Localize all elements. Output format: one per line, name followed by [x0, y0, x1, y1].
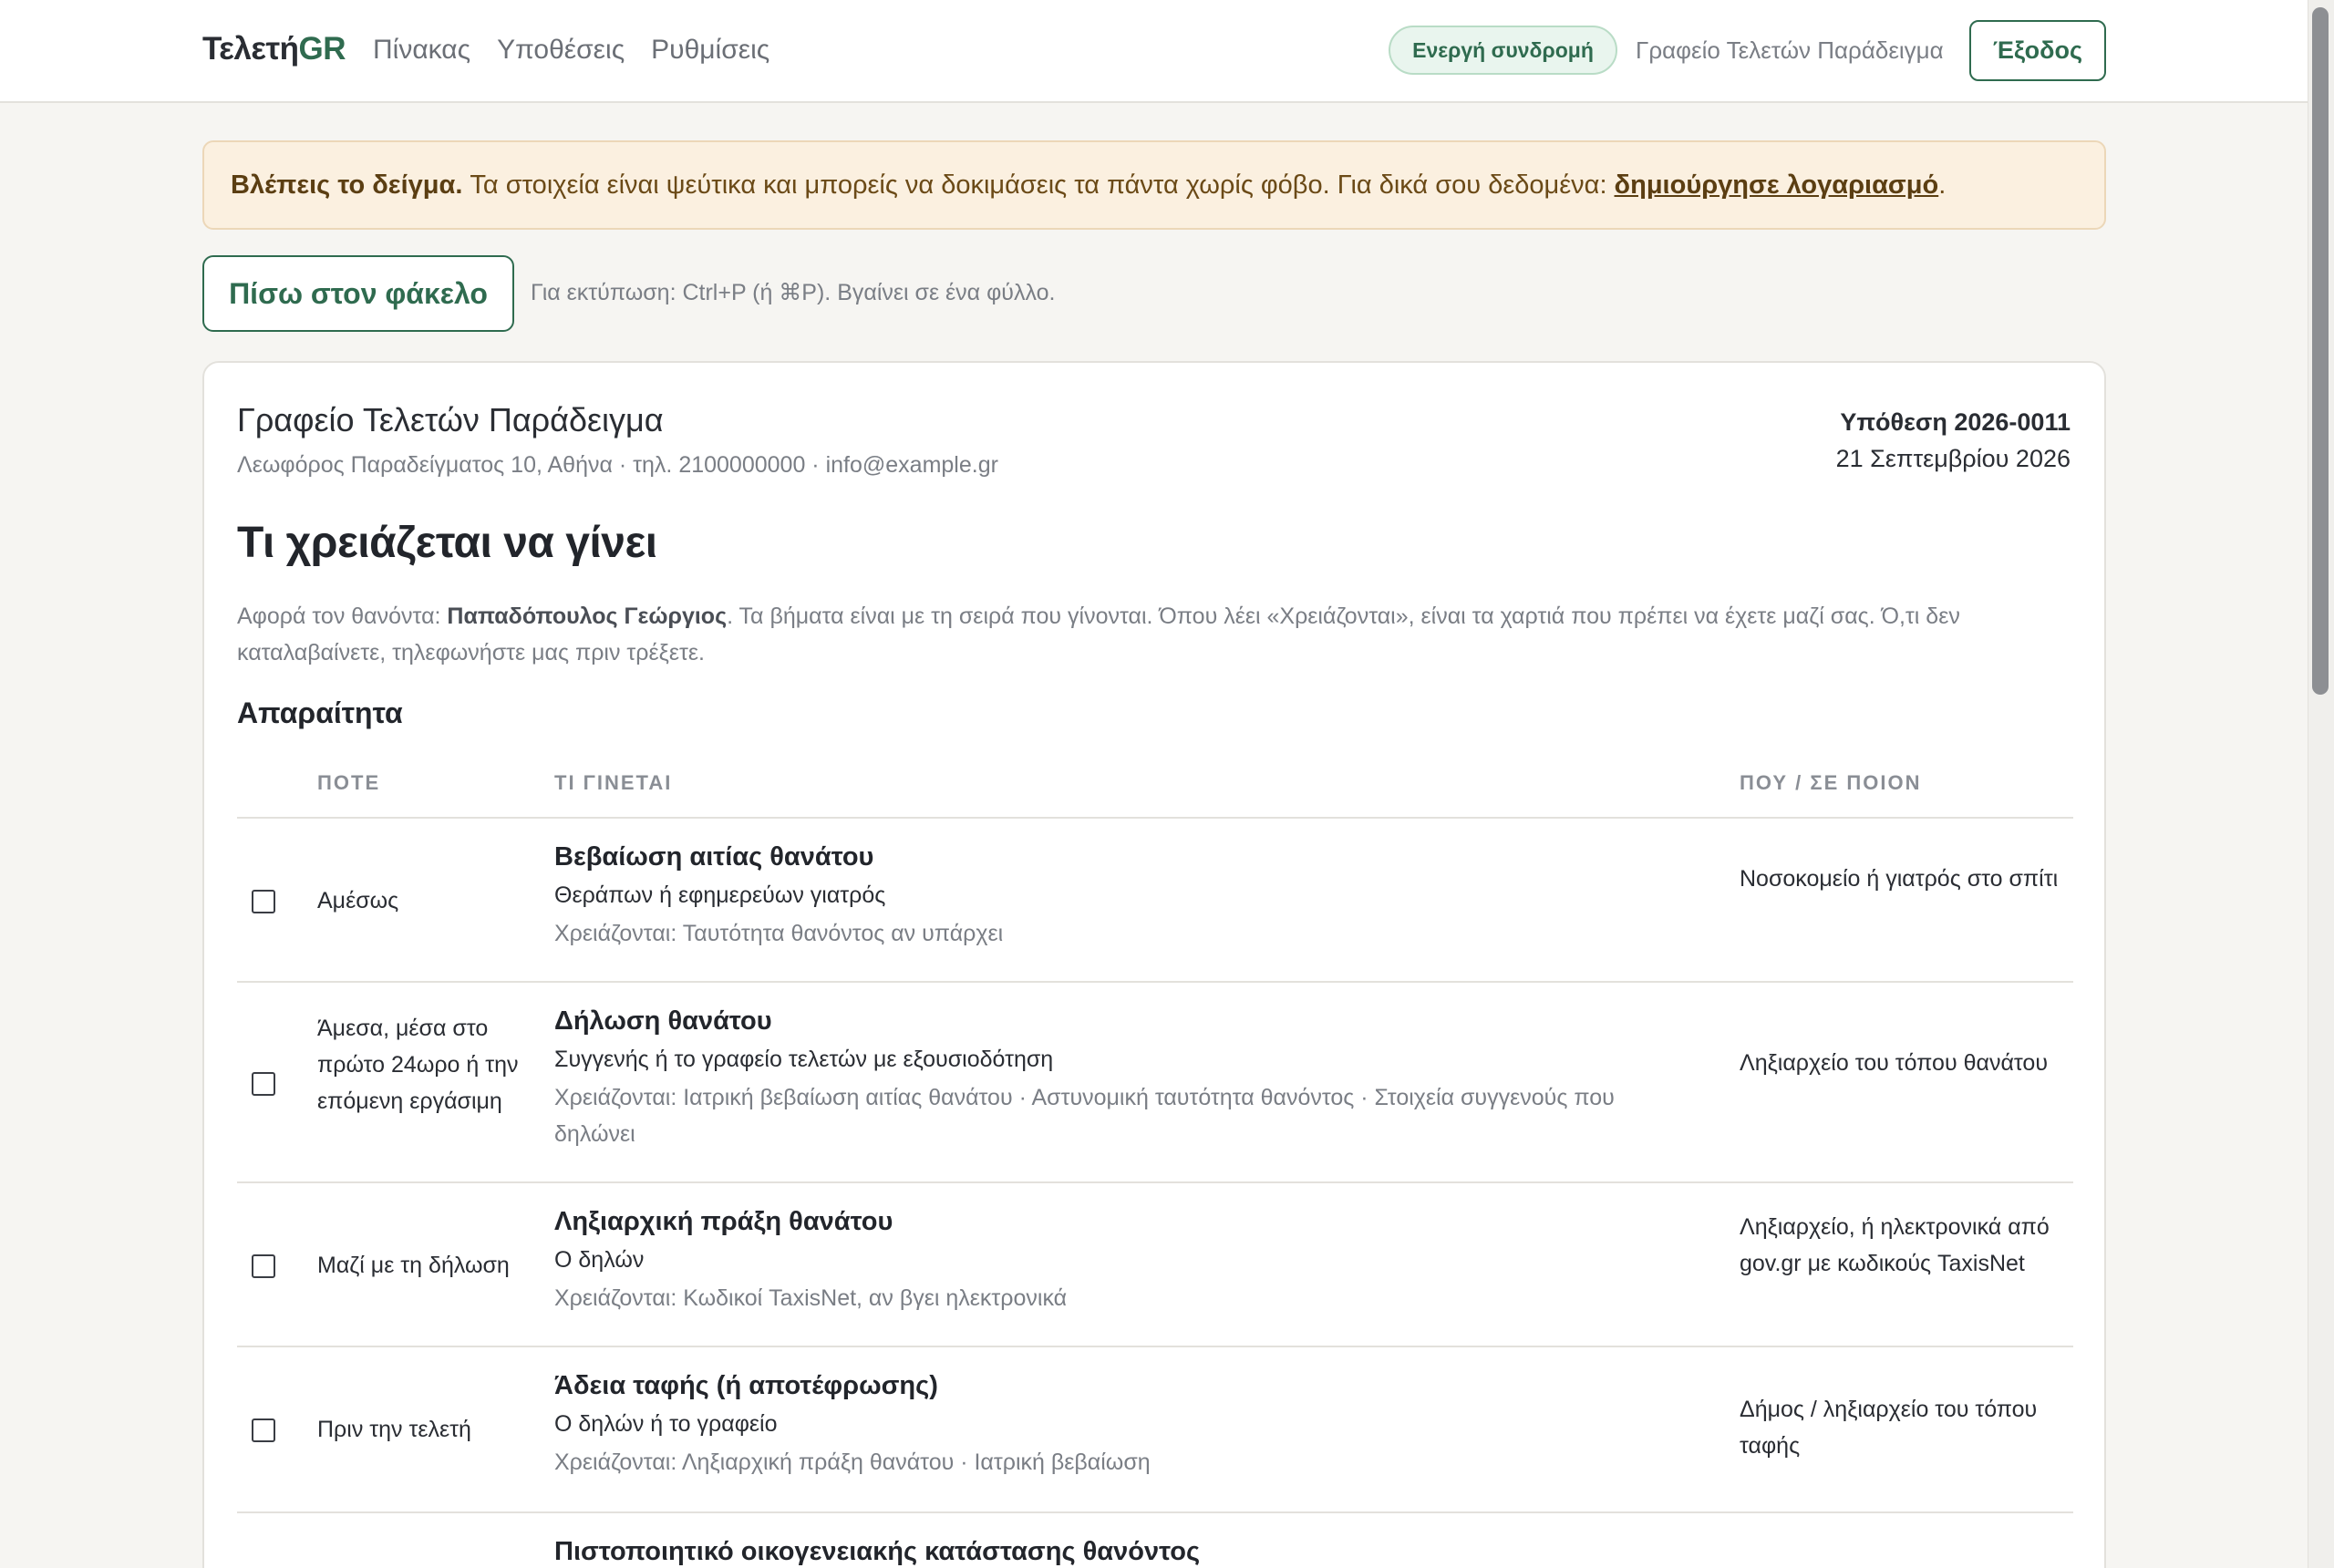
column-header-when: ΠΟΤΕ — [317, 771, 381, 794]
nav-link-dashboard[interactable]: Πίνακας — [373, 35, 470, 66]
step-needs: Χρειάζονται: Κωδικοί TaxisNet, αν βγει η… — [554, 1285, 1068, 1311]
step-needs: Χρειάζονται: Ληξιαρχική πράξη θανάτου · … — [554, 1449, 1151, 1475]
section-title-required: Απαραίτητα — [237, 696, 403, 729]
step-when: Μαζί με τη δήλωση — [317, 1253, 510, 1278]
table-row: Άμεσα, μέσα στο πρώτο 24ωρο ή την επόμεν… — [237, 983, 2073, 1183]
step-where: Ληξιαρχείο του τόπου θανάτου — [1740, 1050, 2048, 1076]
step-where: Νοσοκομείο ή γιατρός στο σπίτι — [1740, 866, 2059, 892]
banner-text: Τα στοιχεία είναι ψεύτικα και μπορείς να… — [470, 170, 1607, 200]
column-header-what: ΤΙ ΓΙΝΕΤΑΙ — [554, 771, 673, 794]
create-account-link[interactable]: δημιούργησε λογαριασμό — [1615, 170, 1939, 201]
table-row: Μαζί με τη δήλωση Ληξιαρχική πράξη θανάτ… — [237, 1183, 2073, 1347]
step-title: Ληξιαρχική πράξη θανάτου — [554, 1207, 893, 1236]
logout-button[interactable]: Έξοδος — [1969, 20, 2106, 81]
column-header-where: ΠΟΥ / ΣΕ ΠΟΙΟΝ — [1740, 771, 1922, 794]
steps-table: ΠΟΤΕ ΤΙ ΓΙΝΕΤΑΙ ΠΟΥ / ΣΕ ΠΟΙΟΝ Αμέσως Βε… — [237, 760, 2073, 1568]
step-who: Ο δηλών — [554, 1247, 645, 1273]
step-needs: Χρειάζονται: Ιατρική βεβαίωση αιτίας θαν… — [554, 1085, 1615, 1147]
step-what: Άδεια ταφής (ή αποτέφρωσης) Ο δηλών ή το… — [554, 1367, 1699, 1480]
table-header: ΠΟΤΕ ΤΙ ΓΙΝΕΤΑΙ ΠΟΥ / ΣΕ ΠΟΙΟΝ — [237, 760, 2073, 819]
brand-accent: GR — [298, 31, 346, 67]
step-title: Βεβαίωση αιτίας θανάτου — [554, 842, 874, 872]
page-scrollbar-thumb[interactable] — [2312, 7, 2329, 695]
step-title: Άδεια ταφής (ή αποτέφρωσης) — [554, 1371, 938, 1400]
step-checkbox[interactable] — [252, 1418, 275, 1442]
document-office-name: Γραφείο Τελετών Παράδειγμα — [237, 401, 664, 438]
step-what: Ληξιαρχική πράξη θανάτου Ο δηλών Χρειάζο… — [554, 1203, 1699, 1316]
table-row: Πριν την τελετή Άδεια ταφής (ή αποτέφρωσ… — [237, 1347, 2073, 1513]
step-what: Πιστοποιητικό οικογενειακής κατάστασης θ… — [554, 1533, 1699, 1568]
intro-before: Αφορά τον θανόντα: — [237, 603, 448, 629]
step-where: Δήμος / ληξιαρχείο του τόπου ταφής — [1740, 1397, 2038, 1459]
checklist-document: Γραφείο Τελετών Παράδειγμα Λεωφόρος Παρα… — [202, 361, 2106, 1568]
office-name-label: Γραφείο Τελετών Παράδειγμα — [1636, 36, 1944, 64]
case-date: 21 Σεπτεμβρίου 2026 — [1835, 445, 2071, 472]
back-to-folder-button[interactable]: Πίσω στον φάκελο — [202, 255, 514, 332]
step-checkbox[interactable] — [252, 1254, 275, 1278]
brand-name: Τελετή — [202, 31, 299, 67]
demo-notice-banner: Βλέπεις το δείγμα. Τα στοιχεία είναι ψεύ… — [202, 140, 2106, 230]
step-who: Ο δηλών ή το γραφείο — [554, 1411, 778, 1437]
case-number: Υπόθεση 2026-0011 — [1840, 408, 2071, 436]
nav-link-cases[interactable]: Υποθέσεις — [497, 35, 625, 66]
top-navigation-bar: ΤελετήGR Πίνακας Υποθέσεις Ρυθμίσεις Ενε… — [0, 0, 2308, 103]
table-row: Πιστοποιητικό οικογενειακής κατάστασης θ… — [237, 1513, 2073, 1568]
step-needs: Χρειάζονται: Ταυτότητα θανόντος αν υπάρχ… — [554, 921, 1004, 946]
print-hint: Για εκτύπωση: Ctrl+P (ή ⌘P). Βγαίνει σε … — [531, 280, 1056, 305]
step-title: Πιστοποιητικό οικογενειακής κατάστασης θ… — [554, 1537, 1201, 1566]
brand-logo[interactable]: ΤελετήGR — [202, 31, 346, 67]
step-where: Ληξιαρχείο, ή ηλεκτρονικά από gov.gr με … — [1740, 1214, 2050, 1276]
intro-paragraph: Αφορά τον θανόντα: Παπαδόπουλος Γεώργιος… — [237, 598, 2079, 671]
step-title: Δήλωση θανάτου — [554, 1006, 772, 1036]
step-when: Πριν την τελετή — [317, 1417, 471, 1442]
step-who: Συγγενής ή το γραφείο τελετών με εξουσιο… — [554, 1047, 1054, 1072]
step-what: Δήλωση θανάτου Συγγενής ή το γραφείο τελ… — [554, 1003, 1699, 1152]
banner-strong-text: Βλέπεις το δείγμα. — [231, 170, 463, 200]
subscription-status-badge: Ενεργή συνδρομή — [1389, 26, 1617, 75]
step-who: Θεράπων ή εφημερεύων γιατρός — [554, 882, 886, 908]
step-what: Βεβαίωση αιτίας θανάτου Θεράπων ή εφημερ… — [554, 839, 1699, 952]
step-checkbox[interactable] — [252, 890, 275, 913]
banner-end: . — [1938, 170, 1947, 200]
document-office-address: Λεωφόρος Παραδείγματος 10, Αθήνα · τηλ. … — [237, 452, 998, 478]
nav-link-settings[interactable]: Ρυθμίσεις — [651, 35, 769, 66]
main-nav: Πίνακας Υποθέσεις Ρυθμίσεις — [373, 35, 769, 66]
step-when: Άμεσα, μέσα στο πρώτο 24ωρο ή την επόμεν… — [317, 1016, 519, 1114]
step-when: Αμέσως — [317, 888, 399, 913]
deceased-name: Παπαδόπουλος Γεώργιος — [447, 603, 728, 629]
step-checkbox[interactable] — [252, 1072, 275, 1096]
page-title: Τι χρειάζεται να γίνει — [237, 519, 657, 567]
table-row: Αμέσως Βεβαίωση αιτίας θανάτου Θεράπων ή… — [237, 819, 2073, 983]
